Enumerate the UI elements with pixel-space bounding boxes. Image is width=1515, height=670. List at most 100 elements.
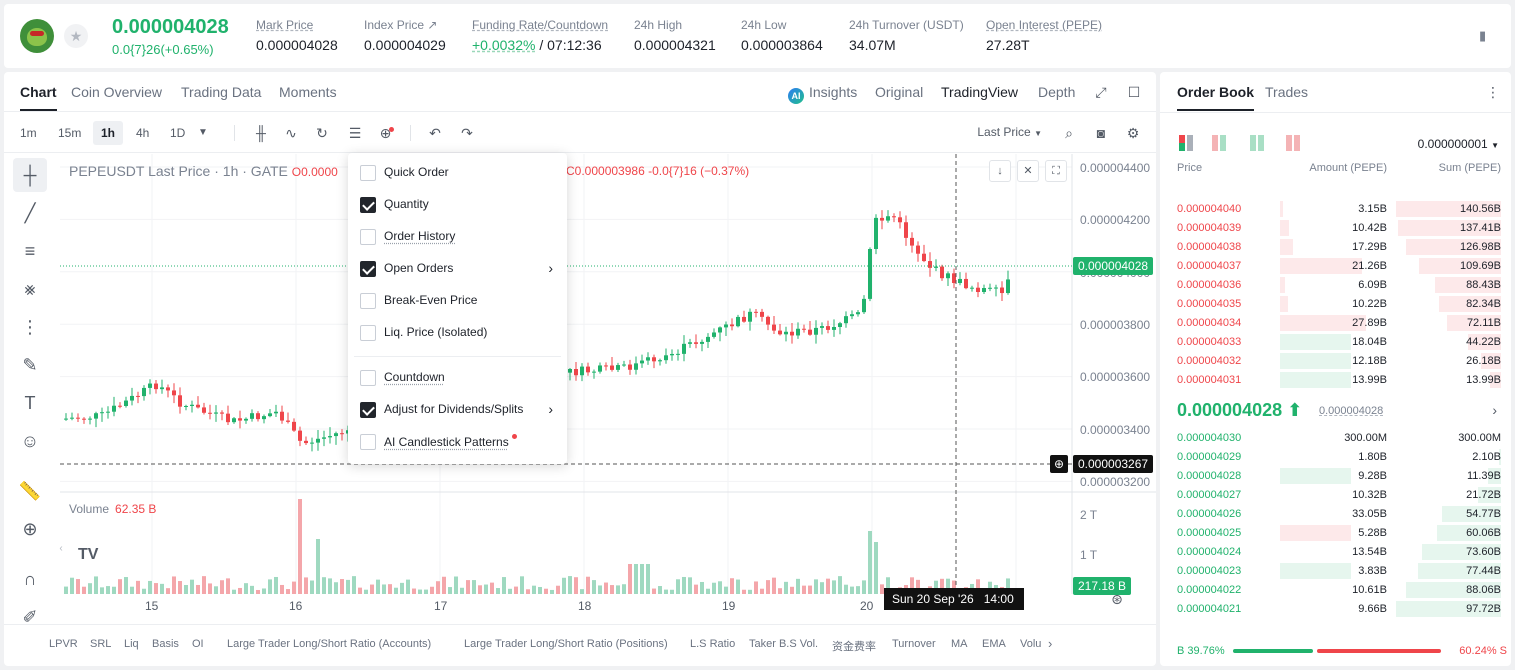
timeframe-1m[interactable]: 1m [12, 121, 45, 145]
chart-area[interactable]: PEPEUSDT Last Price · 1h · GATE O0.0000 … [59, 154, 1156, 624]
view-original[interactable]: Original [875, 84, 923, 100]
open-interest-label[interactable]: Open Interest (PEPE) [986, 18, 1102, 32]
indicator-oi[interactable]: OI [192, 638, 204, 650]
menu-item-open-orders[interactable]: Open Orders › [348, 254, 567, 284]
book-icon[interactable]: ▮ [1479, 28, 1493, 43]
expand-icon[interactable]: ⤢ [1093, 84, 1109, 100]
view-both-alt-icon[interactable] [1212, 135, 1228, 151]
tab-trading-data[interactable]: Trading Data [181, 84, 261, 100]
checkbox[interactable] [360, 370, 376, 386]
indicators-icon[interactable]: ∿ [282, 124, 300, 142]
tab-chart[interactable]: Chart [20, 84, 57, 111]
ask-row[interactable]: 0.000004040 3.15B 140.56B [1160, 200, 1511, 219]
checkbox[interactable] [360, 197, 376, 213]
indicator-volume[interactable]: Volu [1020, 638, 1041, 650]
redo-icon[interactable]: ↷ [458, 124, 476, 142]
add-icon[interactable]: ⊕ [378, 124, 396, 142]
chevron-right-icon[interactable]: › [1492, 402, 1497, 418]
indicator-large-trader-accounts[interactable]: Large Trader Long/Short Ratio (Accounts) [227, 638, 431, 650]
brush-tool-icon[interactable]: ✎ [13, 348, 47, 382]
ask-row[interactable]: 0.000004039 10.42B 137.41B [1160, 219, 1511, 238]
tab-moments[interactable]: Moments [279, 84, 337, 100]
ruler-tool-icon[interactable]: 📏 [13, 474, 47, 508]
pattern-tool-icon[interactable]: ⨳ [13, 272, 47, 306]
menu-item-liq-price[interactable]: Liq. Price (Isolated) [348, 318, 567, 348]
menu-item-countdown[interactable]: Countdown [348, 363, 567, 393]
view-tradingview[interactable]: TradingView [941, 84, 1018, 100]
timeframe-4h[interactable]: 4h [128, 121, 157, 145]
more-options-icon[interactable]: ⋮ [1485, 84, 1501, 100]
menu-item-quick-order[interactable]: Quick Order [348, 158, 567, 188]
indicator-taker-vol[interactable]: Taker B.S Vol. [749, 638, 818, 650]
menu-item-order-history[interactable]: Order History [348, 222, 567, 252]
bid-row[interactable]: 0.000004025 5.28B 60.06B [1160, 524, 1511, 543]
mid-mark-price[interactable]: 0.000004028 [1319, 405, 1383, 417]
checkbox[interactable] [360, 325, 376, 341]
indicator-funding-rate[interactable]: 资金费率 [832, 638, 876, 654]
refresh-icon[interactable]: ↻ [313, 124, 331, 142]
fullscreen-icon[interactable]: ⛶ [1045, 160, 1067, 182]
bid-row[interactable]: 0.000004022 10.61B 88.06B [1160, 581, 1511, 600]
price-type-select[interactable]: Last Price ▼ [977, 125, 1042, 139]
candle-style-icon[interactable]: ╫ [252, 124, 270, 142]
indicator-turnover[interactable]: Turnover [892, 638, 936, 650]
ask-row[interactable]: 0.000004036 6.09B 88.43B [1160, 276, 1511, 295]
checkbox[interactable] [360, 402, 376, 418]
scroll-down-icon[interactable]: ↓ [989, 160, 1011, 182]
window-icon[interactable]: ☐ [1126, 84, 1142, 100]
bid-row[interactable]: 0.000004021 9.66B 97.72B [1160, 600, 1511, 619]
mark-price-label[interactable]: Mark Price [256, 18, 338, 32]
view-bids-icon[interactable] [1250, 135, 1266, 151]
menu-item-quantity[interactable]: Quantity [348, 190, 567, 220]
horizontal-lines-tool-icon[interactable]: ≡ [13, 234, 47, 268]
view-depth[interactable]: Depth [1038, 84, 1075, 100]
settings-list-icon[interactable]: ☰ [346, 124, 364, 142]
menu-item-adjust-dividends[interactable]: Adjust for Dividends/Splits › [348, 395, 567, 425]
collapse-icon[interactable]: ✕ [1017, 160, 1039, 182]
funding-label[interactable]: Funding Rate/Countdown [472, 18, 608, 32]
zoom-in-tool-icon[interactable]: ⊕ [13, 512, 47, 546]
collapse-toolbar-icon[interactable]: ‹ [52, 540, 70, 558]
view-asks-icon[interactable] [1286, 135, 1302, 151]
bid-row[interactable]: 0.000004023 3.83B 77.44B [1160, 562, 1511, 581]
checkbox[interactable] [360, 293, 376, 309]
emoji-tool-icon[interactable]: ☺ [13, 424, 47, 458]
magnet-tool-icon[interactable]: ∩ [13, 562, 47, 596]
timeframe-1h[interactable]: 1h [93, 121, 124, 145]
ask-row[interactable]: 0.000004037 21.26B 109.69B [1160, 257, 1511, 276]
tab-order-book[interactable]: Order Book [1177, 84, 1255, 111]
indicator-basis[interactable]: Basis [152, 638, 179, 650]
bid-row[interactable]: 0.000004027 10.32B 21.72B [1160, 486, 1511, 505]
index-price-label[interactable]: Index Price ↗ [364, 18, 446, 32]
view-both-icon[interactable] [1179, 135, 1195, 151]
menu-item-break-even-price[interactable]: Break-Even Price [348, 286, 567, 316]
fib-tool-icon[interactable]: ⋮ [13, 310, 47, 344]
ask-row[interactable]: 0.000004032 12.18B 26.18B [1160, 352, 1511, 371]
search-icon[interactable]: ⌕ [1060, 124, 1078, 142]
view-insights[interactable]: AI Insights [788, 84, 857, 104]
precision-select[interactable]: 0.000000001 ▼ [1418, 137, 1499, 151]
indicator-lpvr[interactable]: LPVR [49, 638, 78, 650]
camera-icon[interactable]: ◙ [1092, 124, 1110, 142]
favorite-star-icon[interactable]: ★ [64, 24, 88, 48]
add-alert-icon[interactable]: ⊕ [1050, 455, 1068, 473]
bid-row[interactable]: 0.000004030 300.00M 300.00M [1160, 429, 1511, 448]
ask-row[interactable]: 0.000004034 27.89B 72.11B [1160, 314, 1511, 333]
undo-icon[interactable]: ↶ [426, 124, 444, 142]
ask-row[interactable]: 0.000004038 17.29B 126.98B [1160, 238, 1511, 257]
indicator-ma[interactable]: MA [951, 638, 968, 650]
funding-rate[interactable]: +0.0032% [472, 37, 535, 53]
bid-row[interactable]: 0.000004024 13.54B 73.60B [1160, 543, 1511, 562]
menu-item-ai-candlestick[interactable]: AI Candlestick Patterns [348, 427, 567, 457]
timeframe-1d[interactable]: 1D [162, 121, 193, 145]
candlestick-chart[interactable] [60, 154, 1156, 624]
checkbox[interactable] [360, 229, 376, 245]
indicator-liq[interactable]: Liq [124, 638, 139, 650]
timeframe-15m[interactable]: 15m [50, 121, 89, 145]
trendline-tool-icon[interactable]: ╱ [13, 196, 47, 230]
ask-row[interactable]: 0.000004031 13.99B 13.99B [1160, 371, 1511, 390]
bid-row[interactable]: 0.000004029 1.80B 2.10B [1160, 448, 1511, 467]
bid-row[interactable]: 0.000004026 33.05B 54.77B [1160, 505, 1511, 524]
tab-trades[interactable]: Trades [1265, 84, 1308, 100]
indicator-ema[interactable]: EMA [982, 638, 1006, 650]
